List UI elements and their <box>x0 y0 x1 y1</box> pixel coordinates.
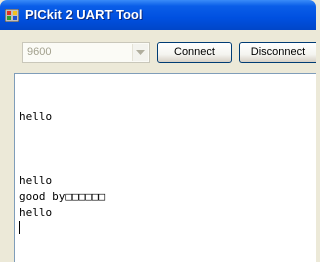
title-bar[interactable]: PICkit 2 UART Tool <box>0 0 316 30</box>
terminal-line: hello <box>19 206 53 219</box>
chevron-down-icon <box>132 44 148 61</box>
terminal-line: hello <box>19 110 53 123</box>
terminal-line: hello <box>19 174 53 187</box>
connect-button[interactable]: Connect <box>157 42 232 63</box>
toolbar: 9600 Connect Disconnect <box>0 30 316 72</box>
window-title: PICkit 2 UART Tool <box>25 7 143 22</box>
terminal-line: good by□□□□□□ <box>19 190 106 203</box>
app-icon[interactable] <box>4 8 20 23</box>
disconnect-button[interactable]: Disconnect <box>239 42 316 63</box>
text-cursor <box>19 221 20 234</box>
terminal-output[interactable]: hello hello good by□□□□□□ hello <box>14 73 316 262</box>
baud-rate-value: 9600 <box>27 46 52 58</box>
baud-rate-select: 9600 <box>22 42 150 63</box>
